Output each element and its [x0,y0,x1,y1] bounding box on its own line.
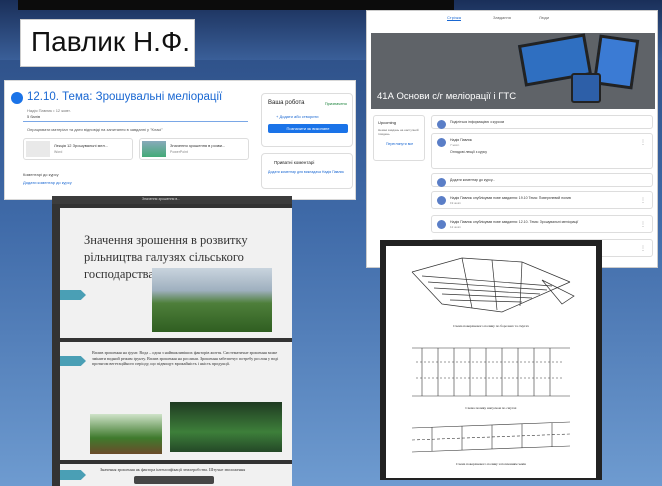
figure-caption: Схема поливу напуском по смугах [465,406,517,410]
assignment-panel: 12.10. Тема: Зрошувальні меліорації Наді… [4,80,356,200]
furrow-irrigation-diagram [411,257,575,313]
class-stream-panel: Стрічка Завдання Люди 41А Основи с/г мел… [366,10,658,268]
seedlings-photo [90,414,162,454]
post-date: 7 жовт. [450,143,460,147]
slide-arrow-decor [60,470,86,480]
tab-people[interactable]: Люди [539,15,549,20]
stream-post[interactable]: Надія Павлик 7 жовт. Оглядові лекції з к… [431,133,653,169]
more-options-icon[interactable]: ⋮ [640,197,646,204]
slide-2: Вплив зрошення на ґрунт. Вода – один з н… [60,342,292,460]
add-comment-field[interactable]: Додати коментар до курсу... [431,173,653,187]
assignment-title: 12.10. Тема: Зрошувальні меліорації [27,91,223,103]
tab-classwork[interactable]: Завдання [493,15,511,20]
post-title: Надія Павлик опублікував нове завдання: … [450,220,579,224]
more-options-icon[interactable]: ⋮ [640,245,646,252]
attachment-presentation[interactable]: Значення зрошення в розви... PowerPoint [139,138,249,160]
more-options-icon[interactable]: ⋮ [640,139,646,146]
check-irrigation-diagram [411,421,571,453]
stream-post[interactable]: Надія Павлик опублікував нове завдання: … [431,215,653,233]
slide-text: Значення зрошення як фактора інтенсифіка… [100,467,246,472]
slide-arrow-decor [60,356,86,366]
figure-caption: Схема поверхневого поливу затопленням че… [456,462,526,466]
attachment-type: Word [54,150,63,154]
divider [23,121,248,122]
upcoming-text: Немає завдань на наступний тиждень [378,128,419,136]
avatar [437,120,446,129]
tab-stream[interactable]: Стрічка [447,15,461,21]
mark-done-button[interactable]: Позначити як виконане [268,124,348,133]
strip-irrigation-diagram [412,347,570,397]
stream-post[interactable]: Надія Павлик опублікував нове завдання: … [431,191,653,209]
your-work-card: Ваша робота Призначено + Додати або ство… [261,93,353,147]
assignment-header: 12.10. Тема: Зрошувальні меліорації [11,91,251,107]
attachment-lecture[interactable]: Лекція 12 Зрошувальні мел... Word [23,138,133,160]
assignment-icon [11,92,23,104]
assignment-icon [437,220,446,229]
top-dark-bar [18,0,454,10]
add-class-comment-link[interactable]: Додати коментар до курсу [23,180,72,185]
viewer-header: Значення зрошення в... [52,196,292,204]
view-all-link[interactable]: Переглянути все [386,142,413,146]
add-private-comment-link[interactable]: Додати коментар для викладача Надія Павл… [268,170,348,174]
slide-text: Вплив зрошення на ґрунт. Вода – один з н… [92,350,279,366]
share-prompt: Поділіться інформацією з курсом [450,120,505,124]
sprinkler-photo [170,402,282,452]
presentation-filename: Значення зрошення в... [142,197,181,201]
class-banner: 41А Основи с/г меліорації і ГТС [371,33,655,109]
document-viewer: Схема поверхневого поливу по борознах та… [380,240,602,480]
phone-illustration [571,73,601,103]
presentation-viewer: Значення зрошення в... Значення зрошення… [52,196,292,486]
more-options-icon[interactable]: ⋮ [640,221,646,228]
class-comments-label: Коментарі до курсу [23,172,59,177]
document-page: Схема поверхневого поливу по борознах та… [386,246,596,478]
attachment-name: Лекція 12 Зрошувальні мел... [54,143,109,148]
viewer-toolbar[interactable] [134,476,214,484]
irrigation-photo [152,268,272,332]
status-badge: Призначено [324,101,347,106]
slide-arrow-decor [60,290,86,300]
avatar [437,178,446,187]
comment-placeholder: Додати коментар до курсу... [450,178,496,182]
your-work-heading: Ваша робота [268,100,305,106]
post-body: Оглядові лекції з курсу [450,150,488,154]
upcoming-heading: Upcoming [378,120,397,125]
stream-tabs: Стрічка Завдання Люди [447,15,577,25]
figure-caption: Схема поверхневого поливу по борознах та… [453,324,529,328]
doc-thumbnail [26,141,50,157]
private-comments-card: Приватні коментарі Додати коментар для в… [261,153,353,189]
class-title: 41А Основи с/г меліорації і ГТС [377,91,517,102]
assignment-meta: Надія Павлик • 12 жовт. [27,108,71,113]
post-date: 12 жовт. [450,225,462,229]
attachment-type: PowerPoint [170,150,188,154]
attachment-name: Значення зрошення в розви... [170,143,226,148]
assignment-description: Опрацювати матеріал та дати відповіді на… [27,127,163,132]
assignment-icon [437,196,446,205]
assignment-points: 5 балів [27,114,41,119]
avatar [437,138,446,147]
post-author: Надія Павлик [450,138,472,142]
add-or-create-button[interactable]: + Додати або створити [276,114,319,119]
image-thumbnail [142,141,166,157]
post-date: 19 жовт. [450,201,462,205]
private-comments-heading: Приватні коментарі [274,160,315,165]
slide-1: Значення зрошення в розвитку рільництва … [60,208,292,338]
author-name-label: Павлик Н.Ф. [20,19,195,67]
upcoming-card: Upcoming Немає завдань на наступний тижд… [373,115,425,161]
post-title: Надія Павлик опублікував нове завдання: … [450,196,571,200]
share-with-class-box[interactable]: Поділіться інформацією з курсом [431,115,653,129]
